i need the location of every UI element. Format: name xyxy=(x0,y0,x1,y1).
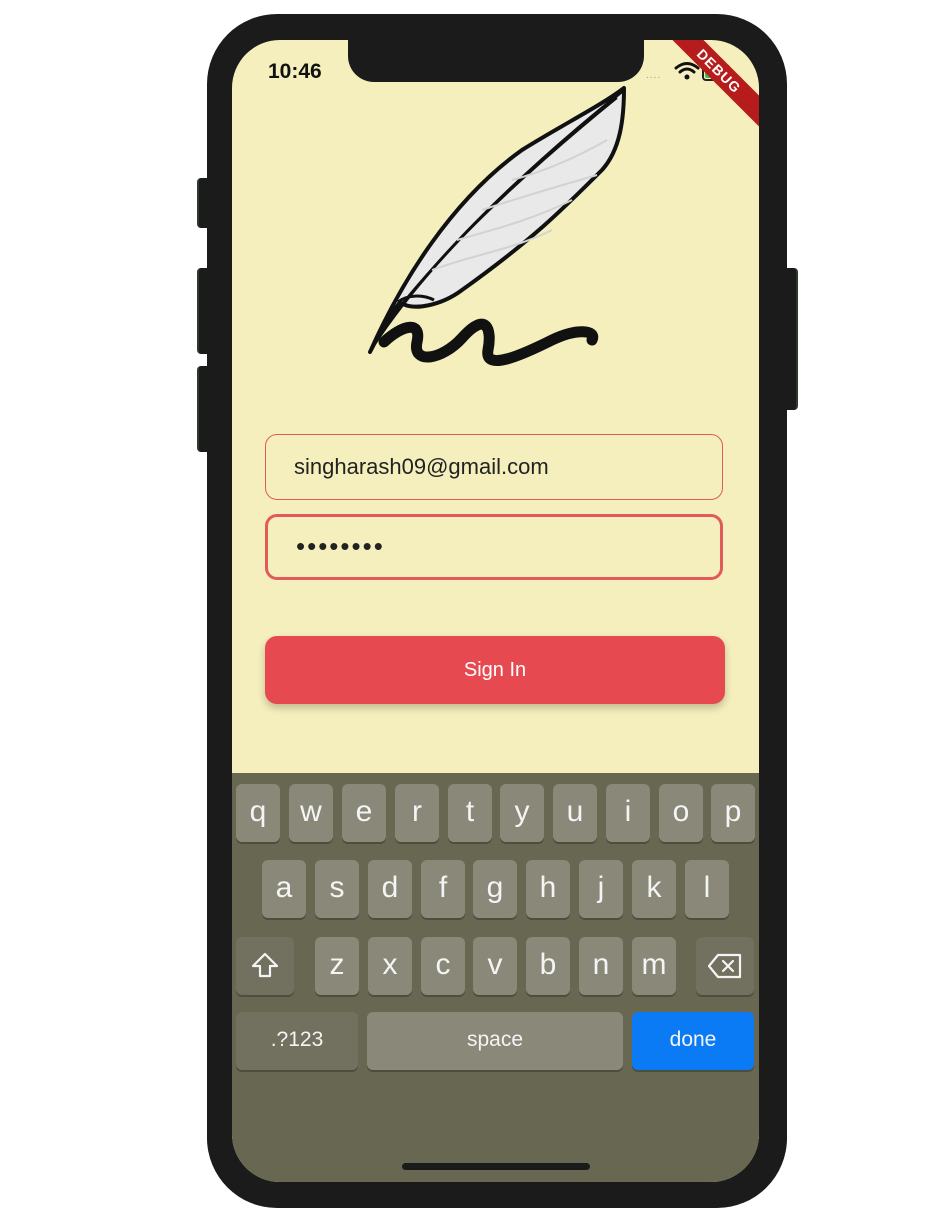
key-x[interactable]: x xyxy=(368,937,412,995)
numbers-key[interactable]: .?123 xyxy=(236,1012,358,1070)
key-i[interactable]: i xyxy=(606,784,650,842)
done-key[interactable]: done xyxy=(632,1012,754,1070)
quill-feather-icon xyxy=(368,86,626,366)
key-w[interactable]: w xyxy=(289,784,333,842)
key-v[interactable]: v xyxy=(473,937,517,995)
key-d[interactable]: d xyxy=(368,860,412,918)
key-f[interactable]: f xyxy=(421,860,465,918)
key-u[interactable]: u xyxy=(553,784,597,842)
key-e[interactable]: e xyxy=(342,784,386,842)
password-field[interactable]: •••••••• xyxy=(265,514,723,580)
keyboard: q w e r t y u i o p a s d f g h j k l z … xyxy=(232,773,759,1182)
key-l[interactable]: l xyxy=(685,860,729,918)
space-key[interactable]: space xyxy=(367,1012,623,1070)
key-m[interactable]: m xyxy=(632,937,676,995)
home-indicator[interactable] xyxy=(402,1163,590,1170)
shift-icon xyxy=(251,952,279,978)
key-o[interactable]: o xyxy=(659,784,703,842)
signal-icon: .... xyxy=(646,70,662,81)
key-p[interactable]: p xyxy=(711,784,755,842)
backspace-key[interactable] xyxy=(696,937,754,995)
key-c[interactable]: c xyxy=(421,937,465,995)
key-q[interactable]: q xyxy=(236,784,280,842)
key-n[interactable]: n xyxy=(579,937,623,995)
sign-in-button[interactable]: Sign In xyxy=(265,636,725,704)
screen: 10:46 .... DEBUG singharash09@gmail.com … xyxy=(232,40,759,1182)
key-h[interactable]: h xyxy=(526,860,570,918)
key-z[interactable]: z xyxy=(315,937,359,995)
backspace-icon xyxy=(707,953,742,979)
email-field[interactable]: singharash09@gmail.com xyxy=(265,434,723,500)
key-t[interactable]: t xyxy=(448,784,492,842)
shift-key[interactable] xyxy=(236,937,294,995)
key-s[interactable]: s xyxy=(315,860,359,918)
key-y[interactable]: y xyxy=(500,784,544,842)
key-r[interactable]: r xyxy=(395,784,439,842)
key-b[interactable]: b xyxy=(526,937,570,995)
email-value: singharash09@gmail.com xyxy=(294,454,549,479)
key-g[interactable]: g xyxy=(473,860,517,918)
status-time: 10:46 xyxy=(268,60,322,83)
password-value: •••••••• xyxy=(296,531,385,561)
debug-banner: DEBUG xyxy=(654,40,759,136)
key-a[interactable]: a xyxy=(262,860,306,918)
notch xyxy=(348,40,644,82)
key-j[interactable]: j xyxy=(579,860,623,918)
key-k[interactable]: k xyxy=(632,860,676,918)
